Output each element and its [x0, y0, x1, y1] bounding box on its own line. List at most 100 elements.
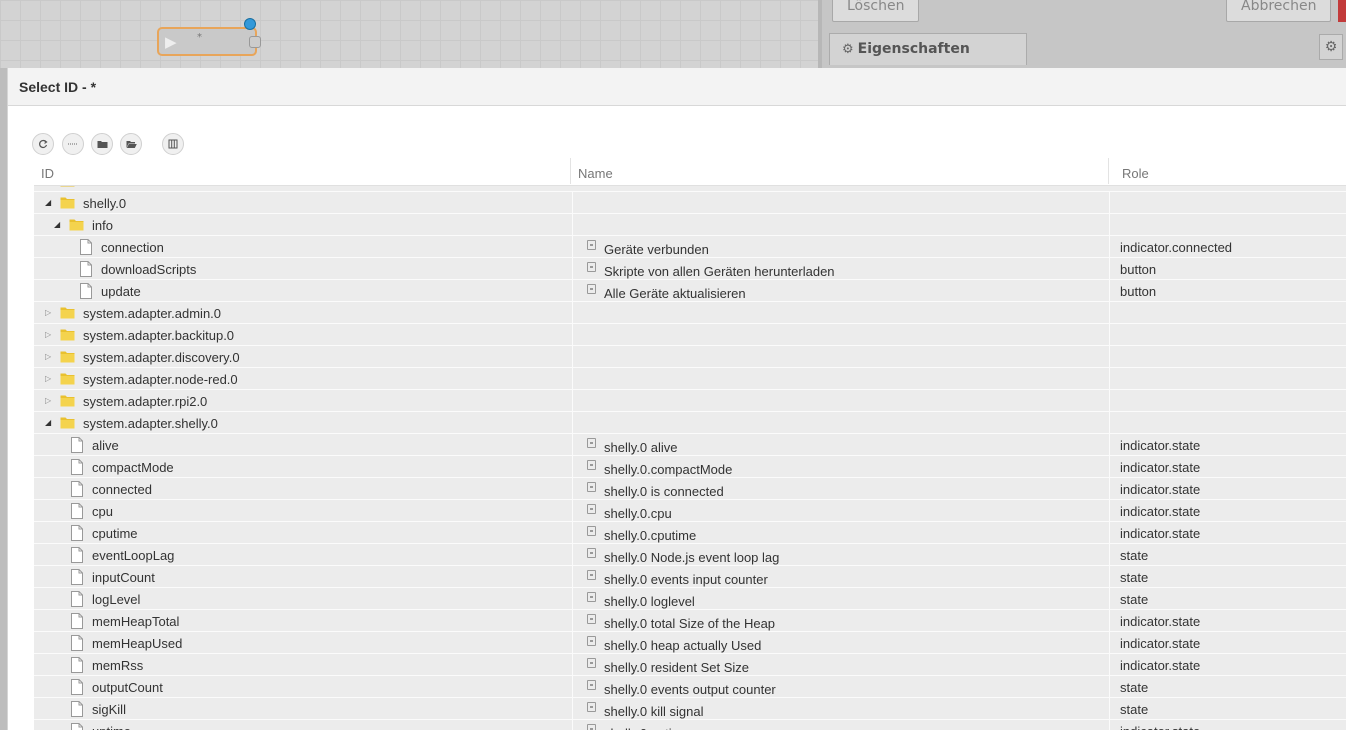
collapse-toggle-icon[interactable]: ◢	[45, 417, 55, 429]
object-role-label: indicator.state	[1120, 636, 1201, 651]
cell-id: ▷ system.adapter.rpi2.0	[34, 390, 571, 412]
expand-toggle-icon[interactable]: ▷	[45, 329, 55, 341]
table-row[interactable]: connected shelly.0 is connected indicator.…	[34, 478, 1346, 500]
table-row[interactable]: sigKill shelly.0 kill signal state	[34, 698, 1346, 720]
cell-id: ▷ system.adapter.node-red.0	[34, 368, 571, 390]
expand-toggle-icon[interactable]: ▷	[45, 373, 55, 385]
object-role-label: indicator.state	[1120, 438, 1201, 453]
tab-properties-label: Eigenschaften	[857, 41, 970, 57]
cell-id: eventLoopLag	[34, 544, 571, 566]
cell-name: shelly.0.uptime	[572, 720, 1109, 730]
columns-button[interactable]	[162, 133, 184, 155]
flow-node[interactable]: ▶ *	[157, 18, 261, 56]
node-output-port[interactable]	[249, 36, 261, 48]
state-type-icon	[587, 284, 596, 294]
object-role-label: indicator.state	[1120, 504, 1201, 519]
object-name-label: shelly.0 events output counter	[604, 682, 776, 697]
table-header: ID Name Role	[34, 158, 1346, 186]
cell-name	[572, 324, 1109, 346]
settings-gear-button[interactable]: ⚙	[1319, 34, 1343, 60]
table-row[interactable]: outputCount shelly.0 events output counte…	[34, 676, 1346, 698]
cell-role: state	[1109, 566, 1346, 588]
collapse-toggle-icon[interactable]: ◢	[54, 219, 64, 231]
folder-icon	[60, 197, 75, 209]
cell-role: indicator.connected	[1109, 236, 1346, 258]
table-row[interactable]: ▷ system.adapter.admin.0	[34, 302, 1346, 324]
object-name-label: shelly.0 events input counter	[604, 572, 768, 587]
expand-toggle-icon[interactable]: ▷	[45, 307, 55, 319]
file-icon	[71, 657, 83, 673]
state-type-icon	[587, 526, 596, 536]
object-name-label: shelly.0 heap actually Used	[604, 638, 762, 653]
table-row[interactable]: downloadScripts Skripte von allen Geräten…	[34, 258, 1346, 280]
tab-properties[interactable]: ⚙ Eigenschaften	[829, 33, 1027, 65]
table-row[interactable]: alive shelly.0 alive indicator.state	[34, 434, 1346, 456]
cell-id: compactMode	[34, 456, 571, 478]
state-type-icon	[587, 592, 596, 602]
table-row[interactable]: ▷ system.adapter.backitup.0	[34, 324, 1346, 346]
delete-button[interactable]: Löschen	[832, 0, 920, 22]
expand-toggle-icon[interactable]: ▷	[45, 395, 55, 407]
column-header-name[interactable]: Name	[578, 166, 613, 181]
table-row[interactable]: ▷ system.adapter.rpi2.0	[34, 390, 1346, 412]
object-tree-table[interactable]: ◢ shelly.0 ◢ info connection Geräte verbunden…	[34, 186, 1346, 730]
done-button[interactable]	[1338, 0, 1346, 22]
cell-role: indicator.state	[1109, 522, 1346, 544]
expand-all-button[interactable]	[120, 133, 142, 155]
cell-name: shelly.0 loglevel	[572, 588, 1109, 610]
table-row[interactable]: uptime shelly.0.uptime indicator.state	[34, 720, 1346, 730]
table-row[interactable]: ◢ shelly.0	[34, 192, 1346, 214]
object-id-label: system.adapter.admin.0	[83, 306, 222, 321]
table-row[interactable]: ◢ system.adapter.shelly.0	[34, 412, 1346, 434]
cell-name: shelly.0.compactMode	[572, 456, 1109, 478]
cell-role: indicator.state	[1109, 434, 1346, 456]
cell-name: shelly.0 resident Set Size	[572, 654, 1109, 676]
column-header-id[interactable]: ID	[41, 166, 54, 181]
expand-toggle-icon[interactable]: ▷	[45, 351, 55, 363]
table-row[interactable]: compactMode shelly.0.compactMode indicator…	[34, 456, 1346, 478]
folder-icon	[60, 373, 75, 385]
table-row[interactable]: memRss shelly.0 resident Set Size indicato…	[34, 654, 1346, 676]
object-role-label: indicator.state	[1120, 614, 1201, 629]
state-type-icon	[587, 680, 596, 690]
cell-id: cpu	[34, 500, 571, 522]
table-row[interactable]: ◢ info	[34, 214, 1346, 236]
list-view-button[interactable]	[62, 133, 84, 155]
table-row[interactable]: connection Geräte verbunden indicator.conn…	[34, 236, 1346, 258]
file-icon	[71, 591, 83, 607]
cell-id: ▷ system.adapter.discovery.0	[34, 346, 571, 368]
object-role-label: indicator.state	[1120, 724, 1200, 730]
object-name-label: shelly.0.compactMode	[604, 462, 733, 477]
table-row[interactable]: update Alle Geräte aktualisieren button	[34, 280, 1346, 302]
column-header-role[interactable]: Role	[1122, 166, 1149, 181]
cancel-button[interactable]: Abbrechen	[1226, 0, 1332, 22]
table-row[interactable]: inputCount shelly.0 events input counter s…	[34, 566, 1346, 588]
table-row[interactable]: logLevel shelly.0 loglevel state	[34, 588, 1346, 610]
file-icon	[71, 525, 83, 541]
file-icon	[71, 503, 83, 519]
folder-icon	[60, 351, 75, 363]
refresh-button[interactable]	[32, 133, 54, 155]
column-resizer[interactable]	[1108, 158, 1109, 184]
object-role-label: indicator.connected	[1120, 240, 1233, 255]
object-id-label: uptime	[92, 724, 131, 730]
table-row[interactable]: cputime shelly.0.cputime indicator.state	[34, 522, 1346, 544]
cell-name: shelly.0 is connected	[572, 478, 1109, 500]
node-type-icon: ▶	[165, 33, 177, 51]
table-row[interactable]: memHeapUsed shelly.0 heap actually Used in…	[34, 632, 1346, 654]
cell-role	[1109, 192, 1346, 214]
table-row[interactable]: cpu shelly.0.cpu indicator.state	[34, 500, 1346, 522]
table-row[interactable]: memHeapTotal shelly.0 total Size of the H…	[34, 610, 1346, 632]
cell-name: shelly.0 alive	[572, 434, 1109, 456]
file-icon	[71, 679, 83, 695]
cell-name: Skripte von allen Geräten herunterladen	[572, 258, 1109, 280]
table-row[interactable]: ▷ system.adapter.node-red.0	[34, 368, 1346, 390]
table-row[interactable]: eventLoopLag shelly.0 Node.js event loop …	[34, 544, 1346, 566]
cell-name	[572, 214, 1109, 236]
object-id-label: alive	[92, 438, 119, 453]
collapse-toggle-icon[interactable]: ◢	[45, 197, 55, 209]
table-row[interactable]: ▷ system.adapter.discovery.0	[34, 346, 1346, 368]
collapse-all-button[interactable]	[91, 133, 113, 155]
columns-icon	[168, 139, 178, 149]
column-resizer[interactable]	[570, 158, 571, 184]
